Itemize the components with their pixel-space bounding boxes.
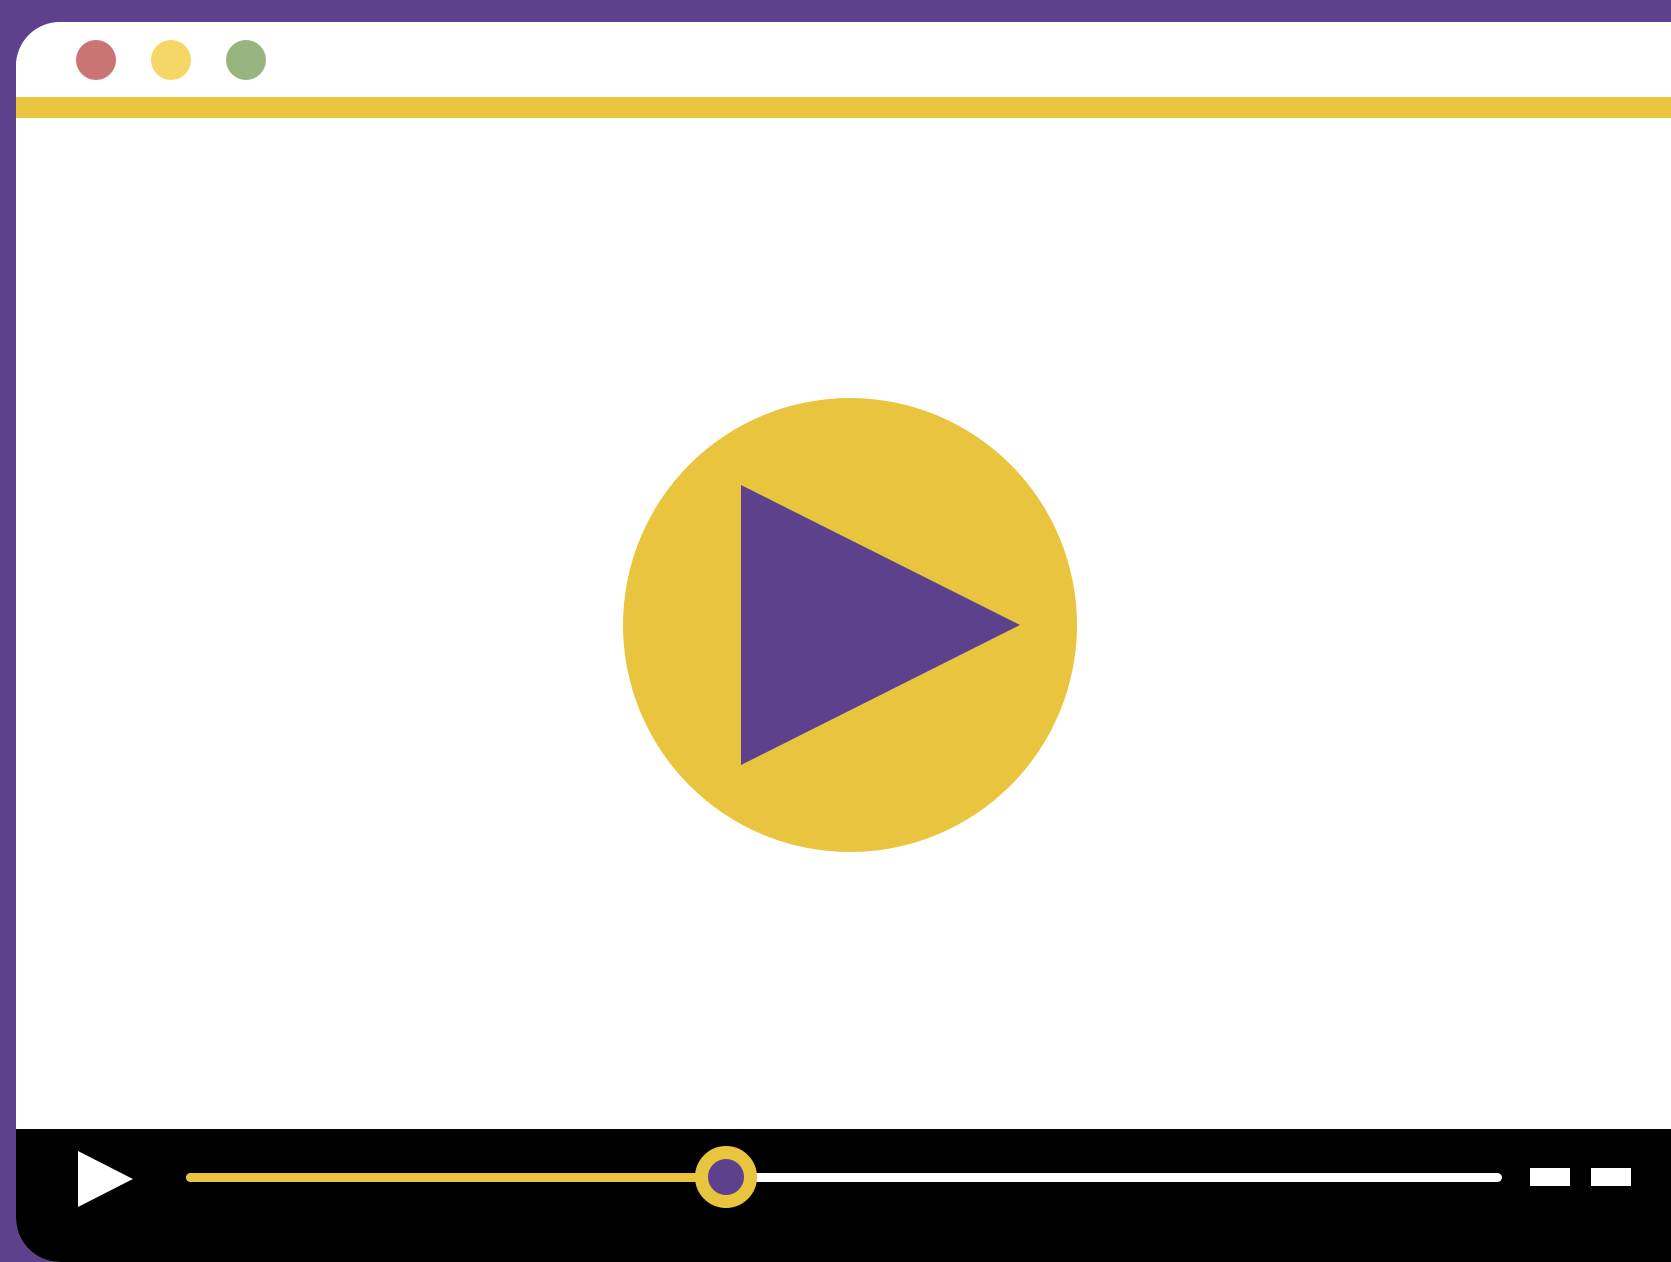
progress-fill <box>186 1173 726 1182</box>
minimize-window-button[interactable] <box>151 40 191 80</box>
video-viewport[interactable] <box>16 118 1671 1150</box>
player-control-bar <box>16 1129 1671 1262</box>
dash-icon[interactable] <box>1530 1168 1570 1186</box>
play-button[interactable] <box>76 1149 136 1209</box>
progress-track[interactable] <box>186 1146 1502 1208</box>
close-window-button[interactable] <box>76 40 116 80</box>
play-icon <box>623 398 1077 852</box>
title-bar <box>16 22 1671 97</box>
progress-thumb[interactable] <box>694 1146 757 1208</box>
maximize-window-button[interactable] <box>226 40 266 80</box>
play-icon <box>78 1151 133 1207</box>
accent-divider <box>16 97 1671 118</box>
center-play-button[interactable] <box>623 398 1077 852</box>
browser-window <box>16 22 1671 1262</box>
dash-icon[interactable] <box>1591 1168 1631 1186</box>
